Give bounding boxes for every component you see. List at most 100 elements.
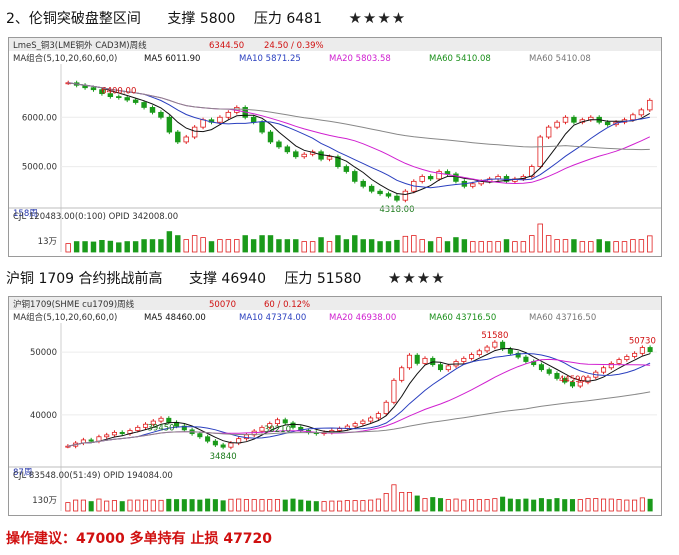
volume-bar bbox=[394, 239, 400, 253]
candle bbox=[507, 348, 513, 354]
candle bbox=[352, 171, 358, 182]
volume-bar bbox=[630, 239, 636, 253]
volume-bar bbox=[608, 498, 614, 512]
candle bbox=[383, 401, 389, 414]
candle bbox=[647, 347, 653, 353]
candle bbox=[624, 356, 630, 361]
candle bbox=[537, 136, 543, 167]
section1-support: 支撑 5800 bbox=[167, 11, 236, 27]
volume-bar bbox=[282, 499, 288, 512]
volume-bar bbox=[276, 239, 282, 253]
candle bbox=[545, 126, 552, 138]
volume-bar bbox=[259, 499, 265, 512]
candle bbox=[601, 367, 607, 373]
candle bbox=[119, 431, 125, 435]
volume-bar bbox=[259, 235, 265, 253]
candle bbox=[318, 151, 324, 160]
volume-bar bbox=[290, 498, 296, 512]
y-tick-label: 6000.00 bbox=[22, 113, 57, 123]
section1-title: 2、伦铜突破盘整区间 bbox=[6, 11, 141, 27]
annotation-label: 6400.00 bbox=[101, 87, 136, 97]
volume-bar bbox=[99, 239, 105, 253]
volume-bar bbox=[520, 241, 527, 253]
volume-bar bbox=[571, 239, 577, 253]
volume-bar bbox=[377, 241, 383, 253]
candle bbox=[326, 156, 333, 160]
volume-bar bbox=[73, 241, 80, 253]
volume-bar bbox=[461, 239, 468, 253]
volume-bar bbox=[538, 498, 544, 512]
section1-pressure: 压力 6481 bbox=[253, 11, 323, 27]
volume-bar bbox=[335, 235, 341, 253]
volume-bar bbox=[445, 499, 451, 512]
volume-bar bbox=[360, 500, 366, 512]
volume-bar bbox=[174, 499, 180, 512]
volume-bar bbox=[616, 499, 622, 512]
candle bbox=[445, 365, 451, 371]
ma-line bbox=[68, 82, 650, 151]
volume-bar bbox=[554, 498, 560, 512]
volume-bar bbox=[352, 235, 358, 253]
volume-bar bbox=[639, 497, 645, 512]
volume-bar bbox=[234, 239, 240, 253]
volume-bar bbox=[437, 498, 444, 512]
chart2-panel: 沪铜1709(SHME cu1709)周线 50070 60 / 0.12% MA组合… bbox=[8, 296, 662, 516]
candle bbox=[630, 114, 636, 121]
volume-bar bbox=[166, 498, 172, 512]
candle bbox=[225, 111, 232, 118]
price-change: 60 / 0.12% bbox=[264, 300, 310, 310]
volume-bar bbox=[478, 241, 484, 253]
ma-line bbox=[68, 82, 650, 189]
volume-bar bbox=[638, 239, 645, 253]
candle bbox=[608, 362, 614, 369]
candle bbox=[461, 357, 467, 362]
volume-bar bbox=[298, 499, 304, 512]
volume-bar bbox=[601, 498, 607, 512]
candle bbox=[343, 166, 350, 172]
volume-bar bbox=[368, 239, 375, 253]
volume-bar bbox=[562, 239, 569, 253]
volume-bar bbox=[65, 502, 71, 512]
candle bbox=[352, 423, 358, 427]
volume-bar bbox=[546, 499, 552, 512]
candle bbox=[391, 379, 397, 403]
ma-line bbox=[68, 82, 651, 196]
candle bbox=[538, 364, 544, 371]
candle bbox=[414, 354, 420, 364]
volume-bar bbox=[142, 499, 149, 512]
volume-bar bbox=[107, 240, 114, 253]
candle bbox=[250, 116, 257, 123]
volume-bar bbox=[391, 484, 397, 512]
volume-bar bbox=[545, 235, 552, 253]
volume-bar bbox=[406, 492, 412, 512]
section2-stars: ★★★★ bbox=[387, 269, 446, 287]
volume-info: CJL 120483.00(0:100) OPID 342008.00 bbox=[13, 212, 178, 222]
volume-bar bbox=[368, 499, 374, 512]
volume-tick: 130万 bbox=[32, 496, 57, 506]
volume-bar bbox=[613, 241, 619, 253]
candle bbox=[375, 413, 381, 419]
volume-bar bbox=[150, 499, 156, 512]
volume-bar bbox=[189, 499, 195, 512]
candle bbox=[604, 121, 611, 126]
volume-bar bbox=[293, 239, 299, 253]
volume-bar bbox=[111, 500, 117, 512]
candle bbox=[399, 367, 405, 381]
candle bbox=[90, 87, 97, 91]
candle bbox=[492, 341, 498, 348]
volume-bar bbox=[73, 499, 79, 512]
volume-bar bbox=[430, 497, 436, 512]
section2-header: 沪铜 1709 合约挑战前高 支撑 46940 压力 51580 ★★★★ bbox=[6, 268, 446, 288]
volume-bar bbox=[284, 239, 291, 253]
volume-bar bbox=[149, 239, 156, 253]
volume-bar bbox=[251, 499, 257, 512]
candle bbox=[205, 436, 211, 442]
ma-value-label: MA60 43716.50 bbox=[529, 313, 596, 323]
candle bbox=[228, 442, 234, 448]
volume-bar bbox=[621, 241, 628, 253]
candle bbox=[217, 116, 223, 123]
candle bbox=[484, 346, 490, 352]
candle bbox=[406, 354, 412, 369]
volume-bar bbox=[141, 239, 147, 253]
y-tick-label: 40000 bbox=[30, 411, 57, 421]
